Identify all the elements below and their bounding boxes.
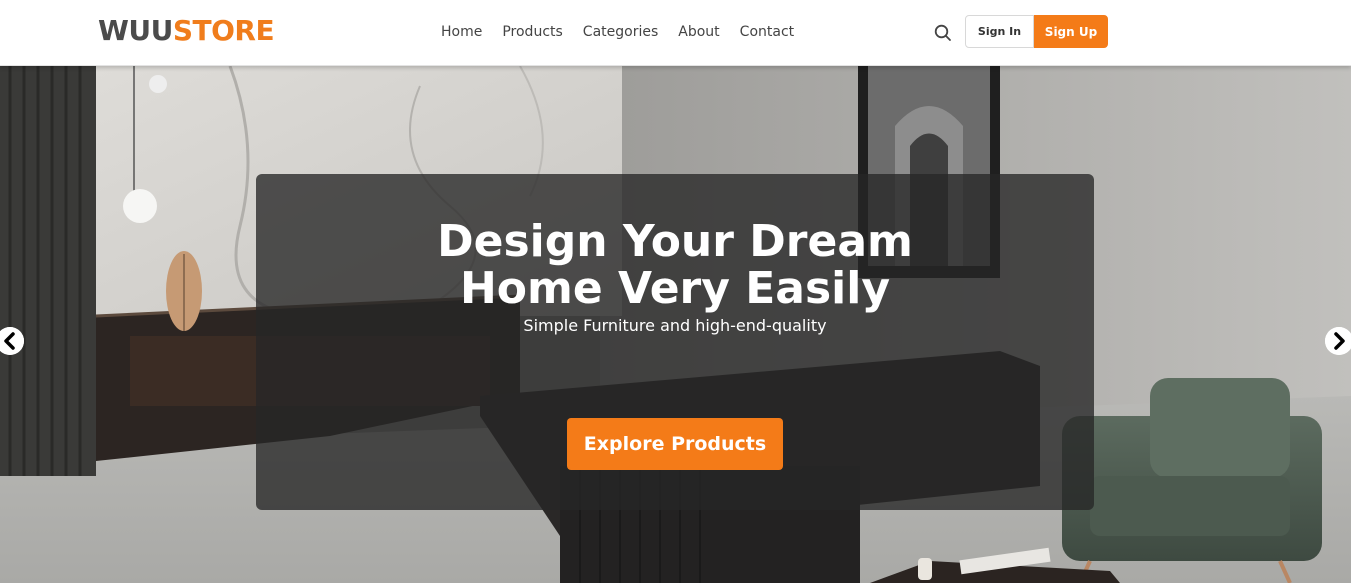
logo[interactable]: WUUSTORE [98, 14, 275, 48]
hero-title: Design Your Dream Home Very Easily [256, 218, 1094, 312]
logo-text-wuu: WUU [98, 14, 173, 47]
navbar: WUUSTORE Home Products Categories About … [0, 0, 1351, 66]
search-button[interactable] [933, 23, 953, 43]
carousel-prev-button[interactable] [0, 327, 24, 355]
nav-contact[interactable]: Contact [740, 23, 794, 41]
nav-categories[interactable]: Categories [583, 23, 658, 41]
hero-title-line-1: Design Your Dream [437, 216, 913, 267]
carousel-next-button[interactable] [1325, 327, 1351, 355]
chevron-left-icon [0, 327, 24, 355]
nav-about[interactable]: About [678, 23, 719, 41]
sign-up-button[interactable]: Sign Up [1034, 15, 1108, 48]
logo-text-store: STORE [172, 14, 275, 47]
search-icon [934, 24, 951, 41]
hero-title-line-2: Home Very Easily [459, 263, 891, 314]
explore-products-button[interactable]: Explore Products [567, 418, 783, 470]
main-nav: Home Products Categories About Contact [441, 23, 794, 41]
chevron-right-icon [1325, 327, 1351, 355]
hero-carousel: Design Your Dream Home Very Easily Simpl… [0, 66, 1351, 583]
sign-in-button[interactable]: Sign In [965, 15, 1034, 48]
hero-subtitle: Simple Furniture and high-end-quality [523, 316, 827, 335]
nav-home[interactable]: Home [441, 23, 482, 41]
nav-products[interactable]: Products [502, 23, 562, 41]
